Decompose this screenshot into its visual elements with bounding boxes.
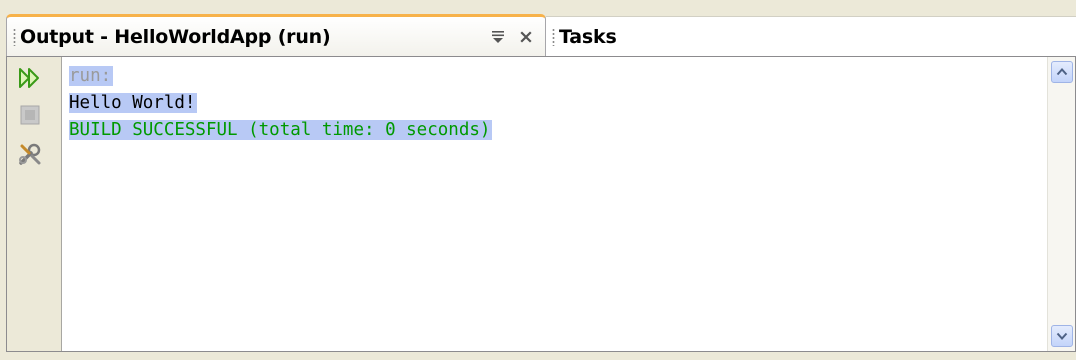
tab-strip: Output - HelloWorldApp (run) Tasks [6, 8, 1076, 56]
vertical-scrollbar[interactable] [1047, 57, 1075, 351]
output-content: run: Hello World! BUILD SUCCESSFUL (tota… [6, 56, 1076, 352]
console-line: BUILD SUCCESSFUL (total time: 0 seconds) [69, 117, 1009, 144]
tab-tasks[interactable]: Tasks [546, 16, 1076, 56]
console-line: run: [69, 63, 1009, 90]
scroll-down-icon[interactable] [1051, 325, 1073, 347]
tab-tasks-label: Tasks [559, 25, 617, 48]
rerun-icon[interactable] [17, 65, 43, 91]
tab-tools [489, 28, 535, 46]
console-output[interactable]: run: Hello World! BUILD SUCCESSFUL (tota… [69, 63, 1009, 144]
tab-output[interactable]: Output - HelloWorldApp (run) [6, 14, 546, 56]
console-line-text: run: [69, 66, 114, 86]
stop-icon[interactable] [17, 102, 43, 128]
output-window: Output - HelloWorldApp (run) Tasks run: … [6, 8, 1076, 352]
drag-grip[interactable] [13, 27, 16, 46]
tab-output-label: Output - HelloWorldApp (run) [20, 25, 331, 48]
close-icon[interactable] [517, 28, 535, 46]
console-line: Hello World! [69, 90, 1009, 117]
minimize-icon[interactable] [489, 28, 507, 46]
output-toolbar [7, 57, 62, 351]
drag-grip[interactable] [552, 27, 555, 46]
tools-icon[interactable] [17, 141, 43, 167]
console-line-text: Hello World! [69, 93, 198, 113]
scroll-up-icon[interactable] [1051, 61, 1073, 83]
console-line-text: BUILD SUCCESSFUL (total time: 0 seconds) [69, 120, 493, 140]
